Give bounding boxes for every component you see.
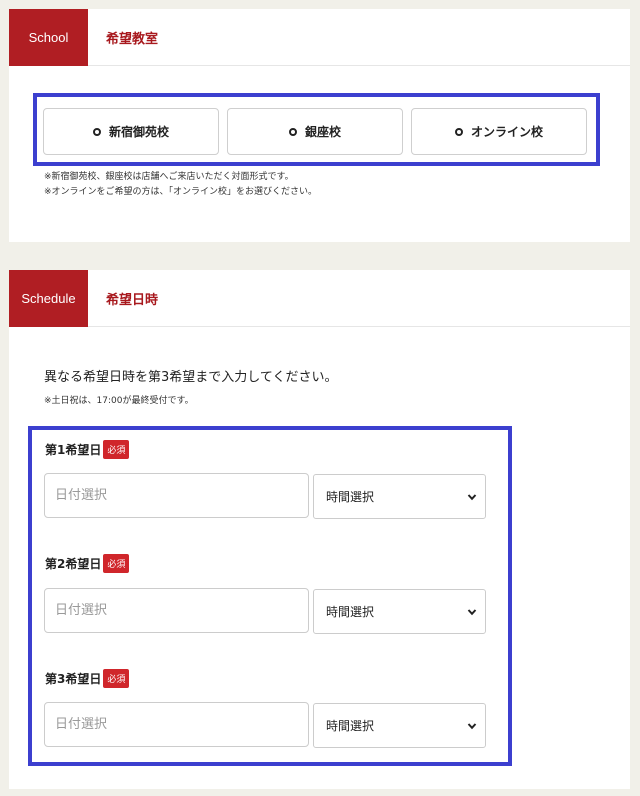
preference-3-time-select[interactable]: 時間選択 xyxy=(313,703,486,748)
school-notes: ※新宿御苑校、銀座校は店舗へご来店いただく対面形式です。 ※オンラインをご希望の… xyxy=(44,170,317,200)
school-option-label: 銀座校 xyxy=(304,125,341,139)
preference-label-text: 第1希望日 xyxy=(45,443,102,457)
time-select-value: 時間選択 xyxy=(326,605,375,619)
preference-1-time-select[interactable]: 時間選択 xyxy=(313,474,486,519)
required-badge: 必須 xyxy=(103,669,130,688)
radio-icon xyxy=(288,127,297,136)
radio-icon xyxy=(454,127,463,136)
school-option-online[interactable]: オンライン校 xyxy=(411,108,587,155)
school-title: 希望教室 xyxy=(106,32,159,47)
preference-2-time-select[interactable]: 時間選択 xyxy=(313,589,486,634)
school-note-2: ※オンラインをご希望の方は、「オンライン校」をお選びください。 xyxy=(44,187,318,197)
radio-icon xyxy=(92,127,101,136)
required-badge: 必須 xyxy=(103,440,130,459)
school-option-label: 新宿御苑校 xyxy=(108,125,169,139)
chevron-down-icon xyxy=(467,493,477,500)
required-badge: 必須 xyxy=(103,554,130,573)
school-header: School 希望教室 xyxy=(9,9,630,66)
schedule-intro: 異なる希望日時を第3希望まで入力してください。 xyxy=(44,370,338,385)
preference-1-label: 第1希望日 必須 xyxy=(45,440,130,459)
school-section: School 希望教室 新宿御苑校 銀座校 オンライン校 ※新宿御苑校、銀座校は… xyxy=(9,9,630,242)
schedule-section: Schedule 希望日時 異なる希望日時を第3希望まで入力してください。 ※土… xyxy=(9,270,630,789)
schedule-header: Schedule 希望日時 xyxy=(9,270,630,327)
preference-1-date-input[interactable] xyxy=(44,473,309,518)
school-options: 新宿御苑校 銀座校 オンライン校 xyxy=(43,108,587,155)
schedule-note: ※土日祝は、17:00が最終受付です。 xyxy=(44,396,194,406)
preference-label-text: 第3希望日 xyxy=(45,672,102,686)
time-select-value: 時間選択 xyxy=(326,490,375,504)
school-tag: School xyxy=(9,9,88,66)
preference-3-date-input[interactable] xyxy=(44,702,309,747)
school-option-label: オンライン校 xyxy=(470,125,543,139)
chevron-down-icon xyxy=(467,608,477,615)
time-select-value: 時間選択 xyxy=(326,719,375,733)
chevron-down-icon xyxy=(467,722,477,729)
preference-2-label: 第2希望日 必須 xyxy=(45,554,130,573)
schedule-title: 希望日時 xyxy=(106,293,159,308)
preference-label-text: 第2希望日 xyxy=(45,557,102,571)
preference-3-label: 第3希望日 必須 xyxy=(45,669,130,688)
school-option-shinjuku[interactable]: 新宿御苑校 xyxy=(43,108,219,155)
schedule-tag: Schedule xyxy=(9,270,88,327)
preference-2-date-input[interactable] xyxy=(44,588,309,633)
school-option-ginza[interactable]: 銀座校 xyxy=(227,108,403,155)
school-note-1: ※新宿御苑校、銀座校は店舗へご来店いただく対面形式です。 xyxy=(44,172,294,182)
